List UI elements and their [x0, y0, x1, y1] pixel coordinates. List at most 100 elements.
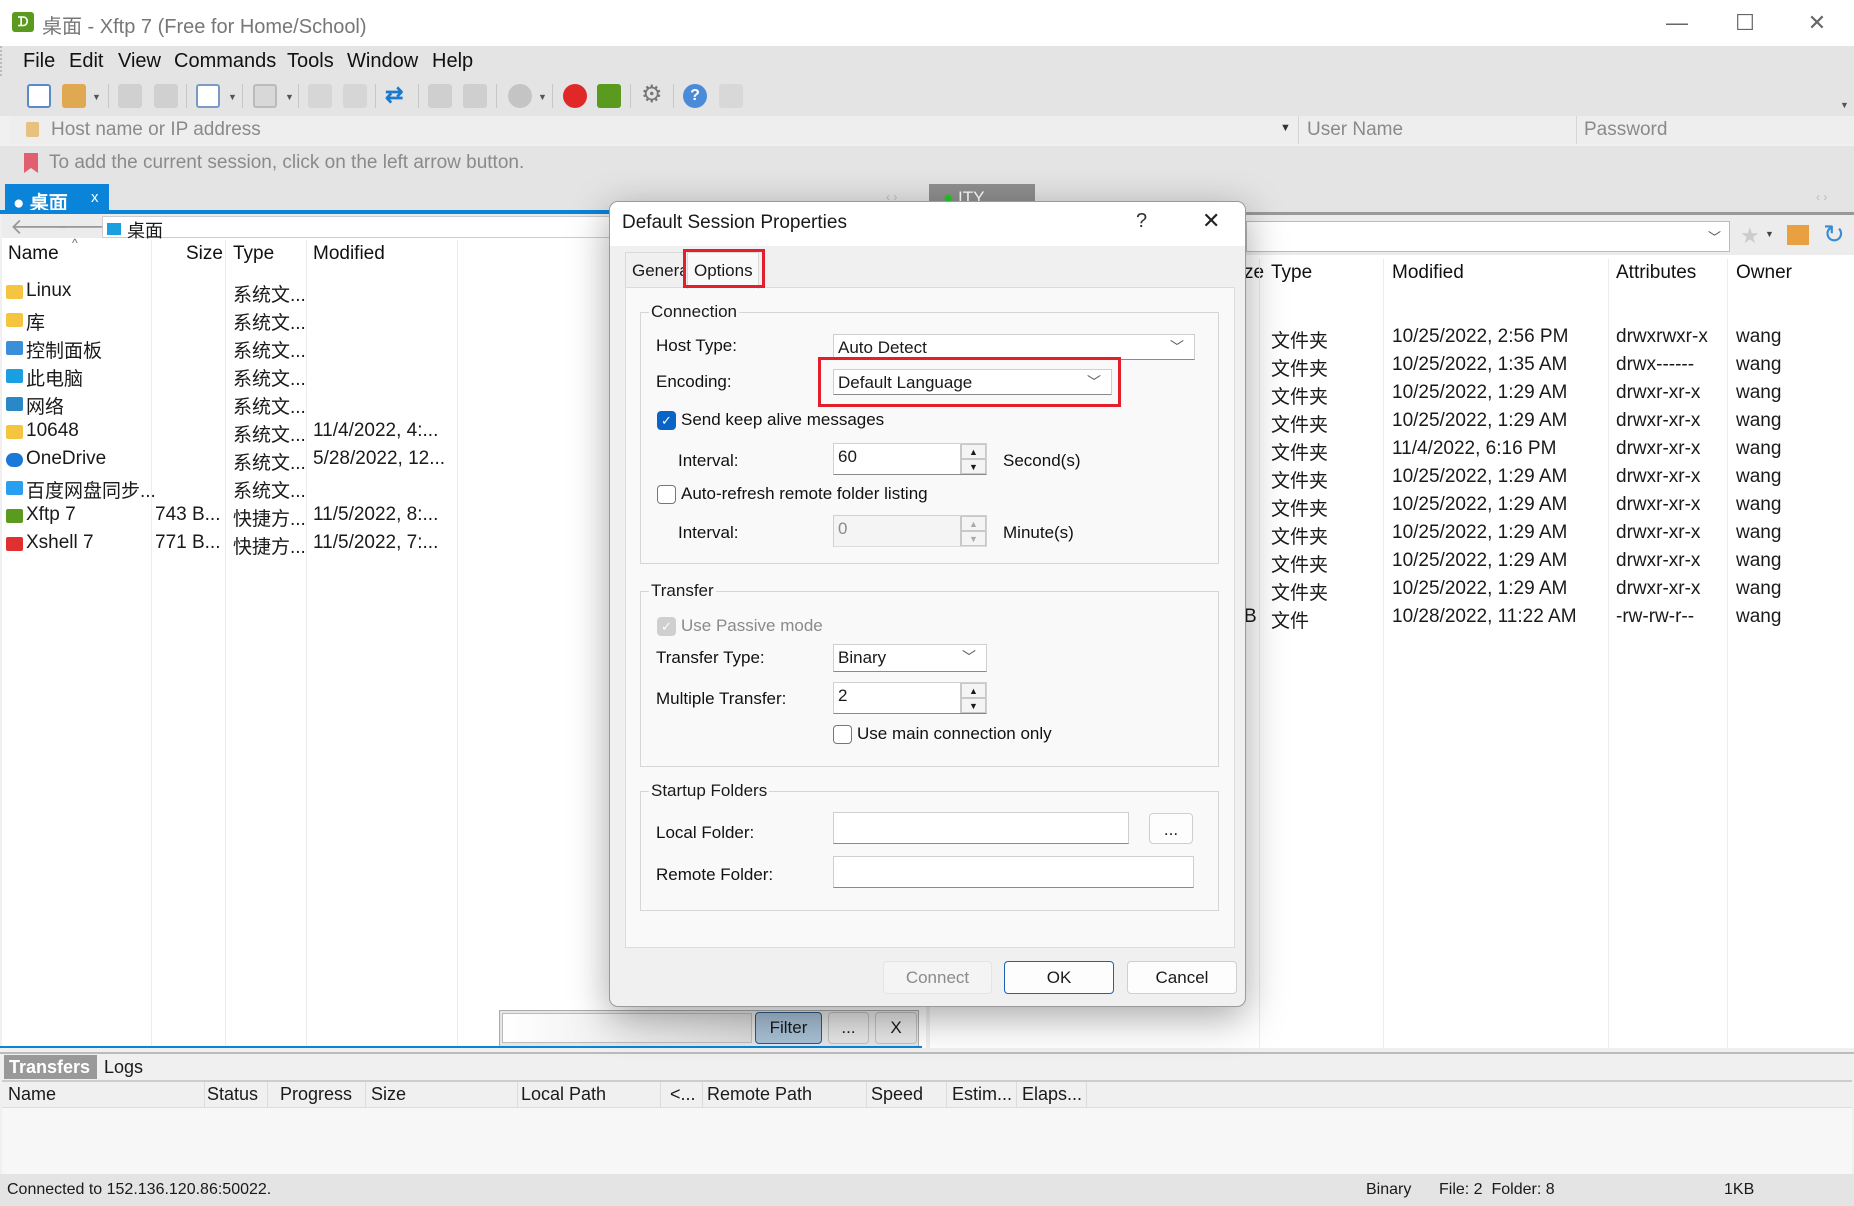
- spin-up-icon[interactable]: ▲: [961, 683, 986, 698]
- col-owner[interactable]: Owner: [1736, 262, 1792, 284]
- reconnect-icon[interactable]: [154, 84, 178, 108]
- col-name[interactable]: Name: [8, 243, 59, 265]
- keep-alive-checkbox[interactable]: ✓: [657, 411, 676, 430]
- transfer-col-4[interactable]: Local Path: [521, 1084, 606, 1105]
- new-session-icon[interactable]: [27, 84, 51, 108]
- filter-clear-button[interactable]: X: [875, 1012, 917, 1044]
- menu-help[interactable]: Help: [432, 50, 473, 73]
- transfer-col-5[interactable]: <...: [670, 1084, 696, 1105]
- col-size[interactable]: Size: [186, 243, 223, 265]
- username-input[interactable]: User Name: [1307, 119, 1577, 143]
- menu-window[interactable]: Window: [347, 50, 418, 73]
- filter-more-button[interactable]: ...: [828, 1012, 869, 1044]
- browse-local-button[interactable]: ...: [1149, 813, 1193, 844]
- bookmark-icon[interactable]: [24, 153, 38, 173]
- interval-spinner[interactable]: 60 ▲ ▼: [833, 443, 987, 475]
- open-dropdown-icon[interactable]: ▼: [92, 92, 101, 102]
- password-input[interactable]: Password: [1584, 119, 1844, 143]
- close-window-button[interactable]: ✕: [1792, 6, 1842, 40]
- interval-value: 60: [838, 447, 857, 466]
- connect-button[interactable]: Connect: [883, 961, 992, 994]
- xshell-icon[interactable]: [563, 84, 587, 108]
- transfer-col-6[interactable]: Remote Path: [707, 1084, 812, 1105]
- transfer-col-8[interactable]: Estim...: [952, 1084, 1012, 1105]
- download-icon[interactable]: [343, 84, 367, 108]
- tab-logs[interactable]: Logs: [104, 1057, 143, 1078]
- transfer-type-select[interactable]: Binary ﹀: [833, 644, 987, 672]
- maximize-button[interactable]: ☐: [1720, 6, 1770, 40]
- spin-down-icon[interactable]: ▼: [961, 459, 986, 474]
- new-tab-icon[interactable]: [196, 84, 220, 108]
- host-input[interactable]: Host name or IP address: [51, 119, 1281, 143]
- col-modified[interactable]: Modified: [1392, 262, 1464, 284]
- filter-input[interactable]: [502, 1013, 752, 1043]
- play-icon[interactable]: [253, 84, 277, 108]
- encoding-label: Encoding:: [656, 372, 732, 391]
- menu-view[interactable]: View: [118, 50, 161, 73]
- main-connection-only-checkbox[interactable]: [833, 725, 852, 744]
- menu-edit[interactable]: Edit: [69, 50, 103, 73]
- dialog-help-button[interactable]: ?: [1136, 210, 1147, 233]
- transfer-col-2[interactable]: Progress: [280, 1084, 352, 1105]
- transfer-col-3[interactable]: Size: [371, 1084, 406, 1105]
- tab-local[interactable]: ● 桌面 x: [5, 184, 109, 214]
- upload-icon[interactable]: [308, 84, 332, 108]
- toolbar-overflow-icon[interactable]: ▼: [1840, 100, 1849, 110]
- copy-icon[interactable]: [428, 84, 452, 108]
- session-hint: To add the current session, click on the…: [49, 152, 525, 173]
- passive-mode-checkbox[interactable]: ✓: [657, 617, 676, 636]
- filter-button[interactable]: Filter: [755, 1012, 822, 1044]
- chevron-down-icon[interactable]: ﹀: [1708, 227, 1721, 246]
- keep-alive-label: Send keep alive messages: [681, 410, 885, 429]
- refresh-interval-spinner[interactable]: 0 ▲ ▼: [833, 515, 987, 547]
- spin-down-icon[interactable]: ▼: [961, 698, 986, 713]
- host-dropdown-icon[interactable]: ▼: [1280, 122, 1291, 134]
- globe-icon[interactable]: [508, 84, 532, 108]
- new-tab-dropdown-icon[interactable]: ▼: [228, 92, 237, 102]
- tab-general[interactable]: Genera: [625, 252, 685, 288]
- ok-button[interactable]: OK: [1004, 961, 1114, 994]
- splitter[interactable]: [0, 1052, 1854, 1054]
- close-tab-icon[interactable]: x: [91, 189, 99, 206]
- menu-file[interactable]: File: [23, 50, 55, 73]
- dialog-close-button[interactable]: ✕: [1202, 208, 1220, 234]
- col-type[interactable]: Type: [233, 243, 274, 265]
- spin-down-icon[interactable]: ▼: [961, 531, 986, 546]
- spin-up-icon[interactable]: ▲: [961, 444, 986, 459]
- local-folder-input[interactable]: [833, 812, 1129, 844]
- auto-refresh-checkbox[interactable]: [657, 485, 676, 504]
- col-attributes[interactable]: Attributes: [1616, 262, 1696, 284]
- home-folder-icon[interactable]: [1787, 225, 1809, 245]
- chat-icon[interactable]: [719, 84, 743, 108]
- sync-icon[interactable]: ⇄: [385, 84, 409, 108]
- col-modified[interactable]: Modified: [313, 243, 385, 265]
- star-icon[interactable]: ★: [1740, 223, 1760, 249]
- cancel-button[interactable]: Cancel: [1127, 961, 1237, 994]
- tab-scroll-icon[interactable]: ‹ ›: [1816, 190, 1827, 204]
- menu-commands[interactable]: Commands: [174, 50, 276, 73]
- xftp-icon[interactable]: [597, 84, 621, 108]
- multiple-transfer-spinner[interactable]: 2 ▲ ▼: [833, 682, 987, 714]
- transfer-col-7[interactable]: Speed: [871, 1084, 923, 1105]
- remote-folder-input[interactable]: [833, 856, 1194, 888]
- transfer-col-0[interactable]: Name: [8, 1084, 56, 1105]
- refresh-icon[interactable]: ↻: [1823, 219, 1845, 250]
- menu-tools[interactable]: Tools: [287, 50, 334, 73]
- divider: [1576, 116, 1577, 144]
- spin-up-icon[interactable]: ▲: [961, 516, 986, 531]
- transfer-col-9[interactable]: Elaps...: [1022, 1084, 1082, 1105]
- col-size[interactable]: ze: [1244, 262, 1264, 284]
- help-icon[interactable]: ?: [683, 84, 707, 108]
- open-folder-icon[interactable]: [62, 84, 86, 108]
- bookmark-dropdown-icon[interactable]: ▼: [1765, 229, 1774, 239]
- settings-icon[interactable]: ⚙: [641, 83, 665, 108]
- tab-transfers[interactable]: Transfers: [4, 1055, 97, 1079]
- paste-icon[interactable]: [463, 84, 487, 108]
- globe-dropdown-icon[interactable]: ▼: [538, 92, 547, 102]
- minimize-button[interactable]: —: [1652, 6, 1702, 40]
- disconnect-icon[interactable]: [118, 84, 142, 108]
- remote-path-input[interactable]: ﹀: [1246, 221, 1730, 252]
- play-dropdown-icon[interactable]: ▼: [285, 92, 294, 102]
- col-type[interactable]: Type: [1271, 262, 1312, 284]
- transfer-col-1[interactable]: Status: [207, 1084, 258, 1105]
